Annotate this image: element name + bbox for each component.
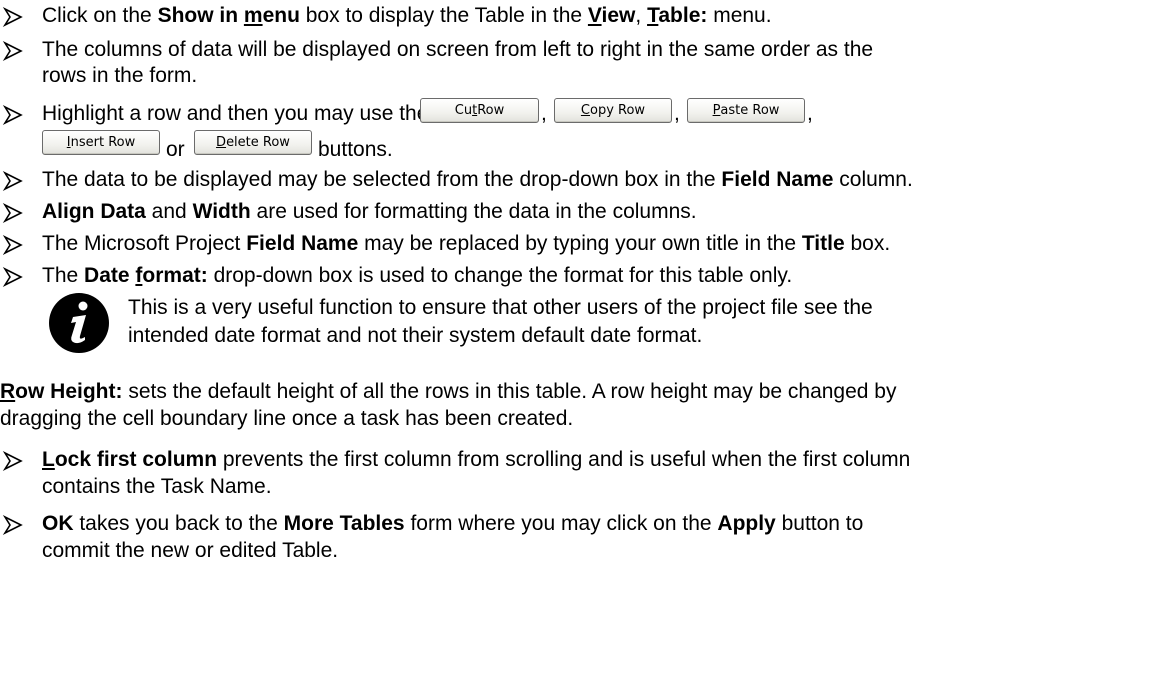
bullet-field-name-dropdown: The data to be displayed may be selected… <box>42 168 913 191</box>
bullet-columns-order-line2: rows in the form. <box>42 64 198 87</box>
bullet-lock-first-column-line1: Lock first column prevents the first col… <box>42 448 911 471</box>
cut-row-button[interactable]: Cu t Row <box>420 98 539 123</box>
note-line1: This is a very useful function to ensure… <box>128 296 873 319</box>
arrow-bullet-icon <box>2 104 24 126</box>
arrow-bullet-icon <box>2 202 24 224</box>
bullet-date-format: The Date format: drop-down box is used t… <box>42 264 793 287</box>
info-icon <box>48 292 110 354</box>
bullet-highlight-row: Highlight a row and then you may use the <box>42 102 429 125</box>
separator-comma: , <box>541 102 547 125</box>
arrow-bullet-icon <box>2 234 24 256</box>
separator-comma: , <box>807 102 813 125</box>
arrow-bullet-icon <box>2 40 24 62</box>
arrow-bullet-icon <box>2 450 24 472</box>
bullet-field-name-title: The Microsoft Project Field Name may be … <box>42 232 891 255</box>
insert-row-button[interactable]: Insert Row <box>42 130 160 155</box>
arrow-bullet-icon <box>2 170 24 192</box>
paste-row-button[interactable]: Paste Row <box>687 98 805 123</box>
bullet-lock-first-column-line2: contains the Task Name. <box>42 475 272 498</box>
bullet-ok-line1: OK takes you back to the More Tables for… <box>42 512 864 535</box>
separator-comma: , <box>674 102 680 125</box>
row-height-paragraph-line2: dragging the cell boundary line once a t… <box>0 407 574 430</box>
bullet-align-width: Align Data and Width are used for format… <box>42 200 697 223</box>
or-text: or <box>166 138 185 161</box>
bullet-ok-line2: commit the new or edited Table. <box>42 539 339 562</box>
arrow-bullet-icon <box>2 6 24 28</box>
row-height-paragraph-line1: Row Height: sets the default height of a… <box>0 380 897 403</box>
buttons-text: buttons. <box>318 138 393 161</box>
bullet-show-in-menu: Click on the Show in menu box to display… <box>42 4 772 27</box>
note-line2: intended date format and not their syste… <box>128 324 703 347</box>
arrow-bullet-icon <box>2 266 24 288</box>
delete-row-button[interactable]: Delete Row <box>194 130 312 155</box>
arrow-bullet-icon <box>2 514 24 536</box>
copy-row-button[interactable]: Copy Row <box>554 98 672 123</box>
bullet-columns-order-line1: The columns of data will be displayed on… <box>42 38 874 61</box>
